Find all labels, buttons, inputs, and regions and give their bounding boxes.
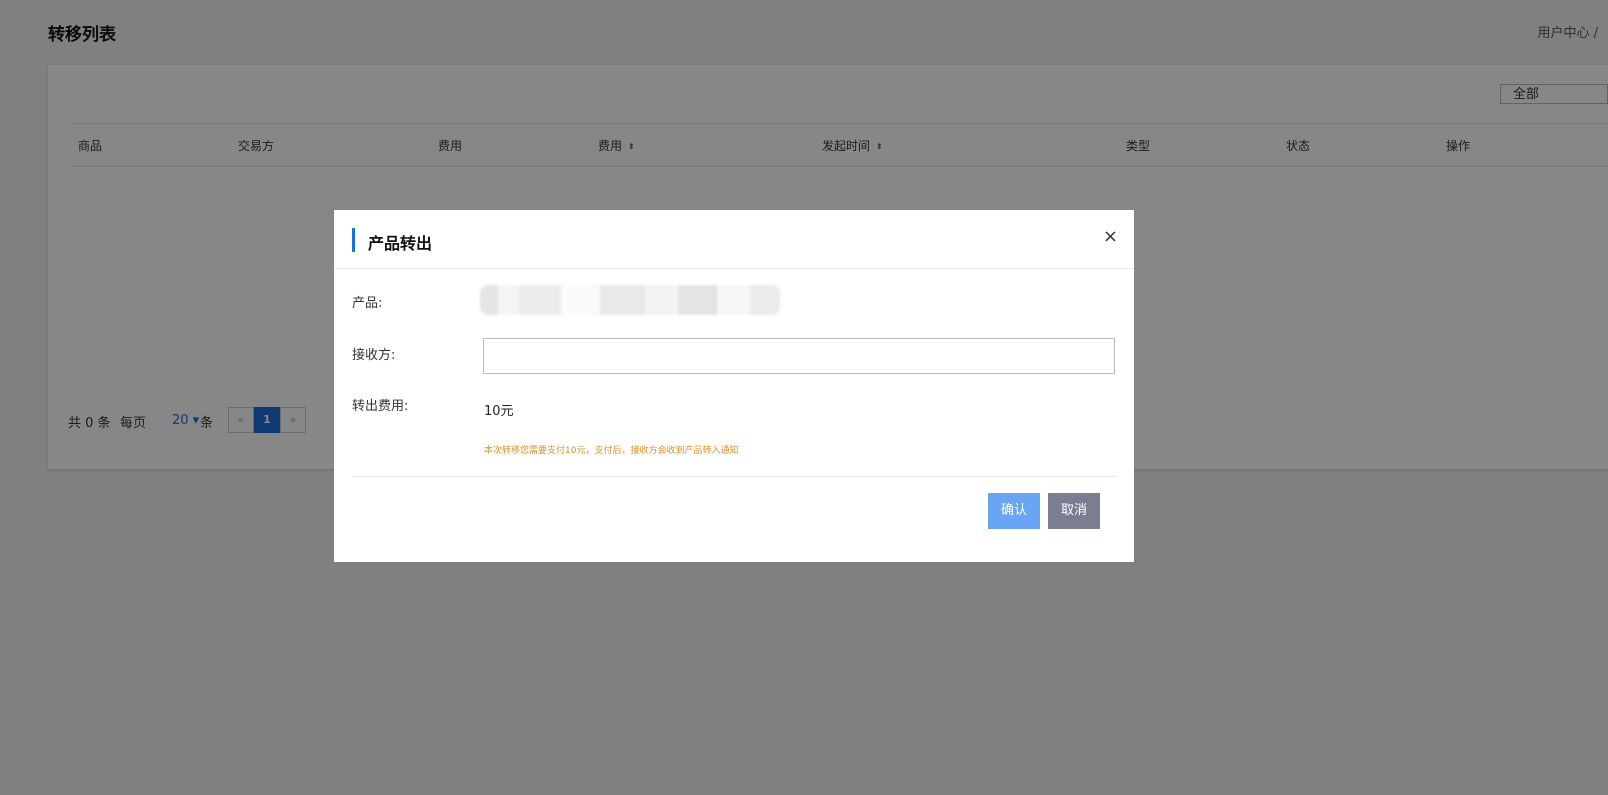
divider [352,476,1116,477]
transfer-fee-label: 转出费用: [352,399,409,414]
receiver-label: 接收方: [352,348,396,363]
product-transfer-dialog: 产品转出 × 产品: 接收方: 转出费用: 10元 本次转移您需要支付10元，支… [334,210,1134,562]
product-name-redacted [480,285,780,315]
transfer-fee-value: 10元 [484,404,514,419]
product-label: 产品: [352,296,383,311]
close-icon[interactable]: × [1103,226,1118,247]
dialog-header: 产品转出 × [334,210,1134,269]
receiver-input[interactable] [483,338,1115,374]
confirm-button[interactable]: 确认 [988,493,1040,529]
title-accent-bar [352,228,355,252]
payment-notice: 本次转移您需要支付10元，支付后，接收方会收到产品转入通知 [484,446,739,456]
dialog-title: 产品转出 [368,234,433,253]
cancel-button[interactable]: 取消 [1048,493,1100,529]
